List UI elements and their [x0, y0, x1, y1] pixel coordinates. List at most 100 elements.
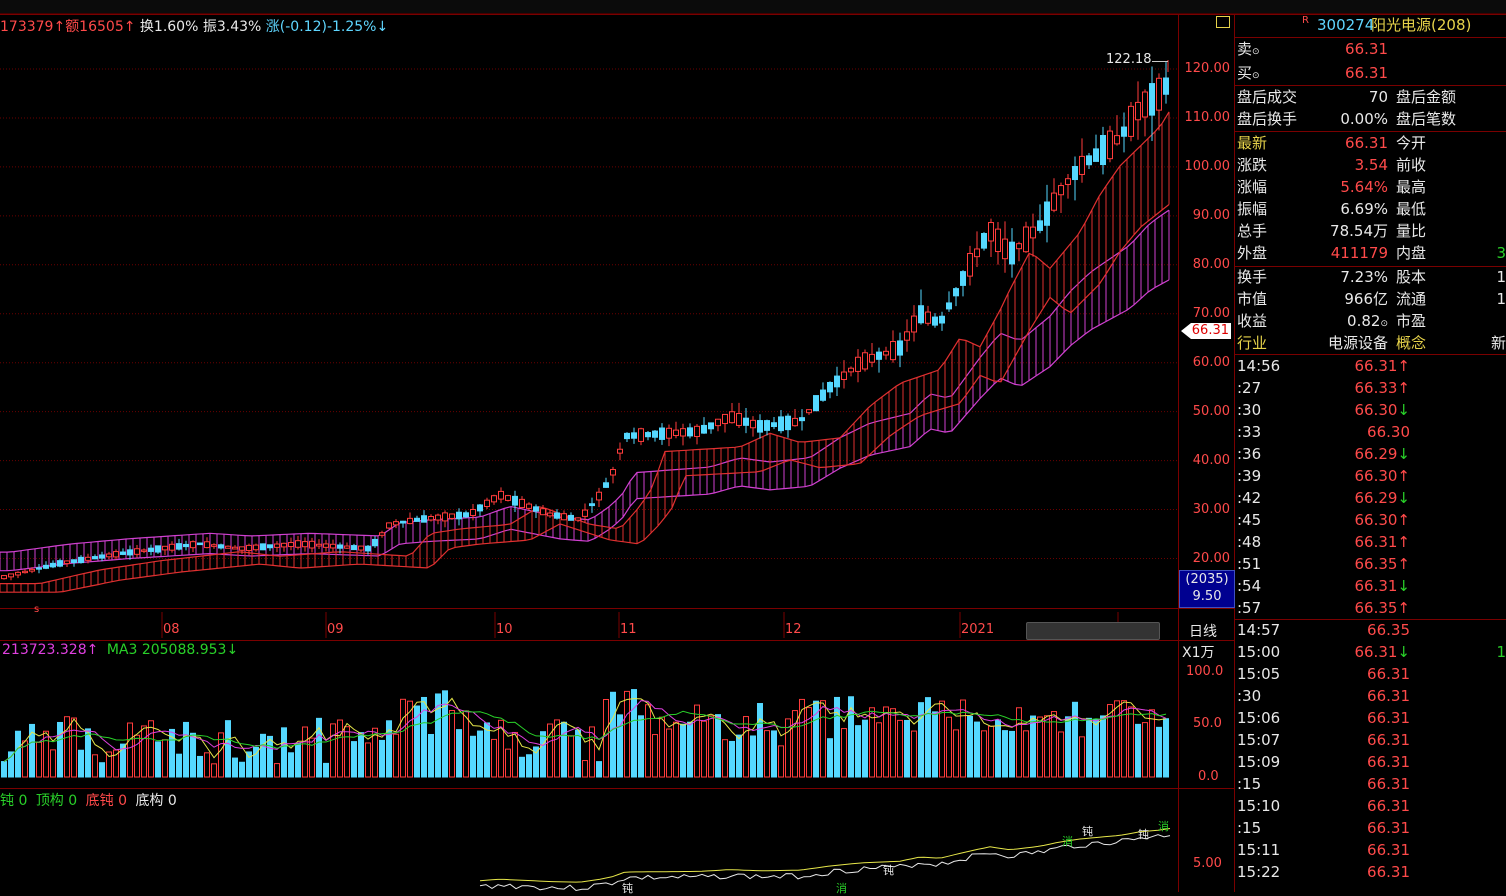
- volume-bar: [428, 733, 434, 778]
- quote-label: 市值: [1237, 290, 1268, 308]
- candle-body: [169, 543, 175, 551]
- candle-body: [400, 520, 406, 524]
- candle-body: [792, 417, 798, 427]
- concept-value[interactable]: 新: [1491, 332, 1506, 354]
- industry-row: 行业 电源设备 概念 新: [1235, 332, 1506, 354]
- tick-time: :36: [1237, 445, 1262, 463]
- time-scrollbar[interactable]: [1026, 622, 1160, 640]
- volume-bar: [274, 763, 280, 778]
- candle-body: [764, 420, 770, 431]
- candle-body: [1079, 155, 1085, 175]
- candle-body: [421, 515, 427, 523]
- tick-price: 66.31↓: [1354, 643, 1410, 661]
- volume-axis-0: 0.0: [1198, 769, 1219, 784]
- candle-body: [309, 540, 315, 549]
- volume-bar: [302, 726, 308, 778]
- stock-chart: [0, 60, 1178, 892]
- tick-row: :45 66.30↑: [1235, 509, 1506, 531]
- quote-label-2: 最低: [1396, 200, 1427, 218]
- candle-body: [771, 422, 777, 428]
- quote-label-2: 今开: [1396, 134, 1427, 152]
- candle-body: [141, 549, 147, 552]
- quote-label-2: 内盘: [1396, 244, 1427, 262]
- candle-body: [22, 570, 28, 574]
- quote-row: 振幅 6.69% 最低: [1235, 198, 1506, 220]
- after-turnover-value: 0.00%: [1340, 110, 1388, 128]
- tick-row: :57 66.35↑: [1235, 597, 1506, 619]
- candle-body: [582, 509, 588, 517]
- candle-body: [603, 482, 609, 488]
- volume-bar: [15, 730, 21, 778]
- volume-bar: [778, 745, 784, 778]
- tick-row: :15 66.31: [1235, 817, 1506, 839]
- volume-axis-100: 100.0: [1186, 664, 1224, 679]
- industry-value[interactable]: 电源设备: [1328, 332, 1388, 354]
- tick-row: 15:06 66.31: [1235, 707, 1506, 729]
- tick-time: :30: [1237, 687, 1262, 705]
- tick-time: :48: [1237, 533, 1262, 551]
- tick-row: 15:00 66.31↓ 1: [1235, 641, 1506, 663]
- stock-name[interactable]: 阳光电源(208): [1371, 14, 1471, 36]
- quote-row: 收益 0.82⊙ 市盈: [1235, 310, 1506, 332]
- volume-bar: [1156, 726, 1162, 778]
- candle-body: [71, 559, 77, 563]
- price-axis-label: 100.00: [1184, 158, 1231, 174]
- tick-price: 66.31: [1367, 841, 1410, 859]
- candle-body: [43, 564, 49, 569]
- candle-body: [484, 499, 490, 508]
- volume-bar: [78, 749, 84, 778]
- tick-row: 15:07 66.31: [1235, 729, 1506, 751]
- tick-row: :33 66.30: [1235, 421, 1506, 443]
- indicator-axis: 5.00: [1193, 856, 1222, 871]
- volume-bar: [113, 749, 119, 778]
- candle-body: [1030, 226, 1036, 239]
- quote-row: 总手 78.54万 量比: [1235, 220, 1506, 242]
- candle-body: [337, 544, 343, 549]
- volume-bar: [568, 735, 574, 778]
- candle-body: [694, 425, 700, 438]
- tick-time: :27: [1237, 379, 1262, 397]
- candle-body: [841, 371, 847, 380]
- period-label[interactable]: 日线: [1189, 621, 1217, 641]
- tick-row: 15:05 66.31: [1235, 663, 1506, 685]
- volume-bar: [1, 761, 7, 778]
- volume-bar: [715, 714, 721, 778]
- quote-value: 66.31: [1345, 134, 1388, 152]
- volume-bar: [1030, 715, 1036, 778]
- volume-value: 213723.328↑: [2, 642, 99, 658]
- tick-time: :30: [1237, 401, 1262, 419]
- quote-label-2: 量比: [1396, 222, 1427, 240]
- tick-price: 66.31: [1367, 797, 1410, 815]
- tick-price: 66.30↑: [1354, 467, 1410, 485]
- price-axis-label: 90.00: [1192, 207, 1230, 223]
- candle-body: [652, 430, 658, 438]
- indicator-mark: 钝: [1082, 825, 1093, 838]
- volume-bar: [764, 730, 770, 778]
- quote-value-2: 3: [1496, 244, 1506, 262]
- candle-body: [92, 556, 98, 560]
- time-axis-label: 10: [496, 622, 513, 637]
- tick-price: 66.30↓: [1354, 401, 1410, 419]
- volume-bar: [162, 739, 168, 778]
- tick-price: 66.31↑: [1354, 533, 1410, 551]
- candle-body: [1107, 130, 1113, 160]
- candle-body: [722, 413, 728, 425]
- candle-body: [925, 311, 931, 324]
- indicator-mark: 钝: [883, 864, 894, 877]
- candle-body: [1156, 77, 1162, 111]
- candle-body: [540, 508, 546, 516]
- last-price-tag: 66.31: [1181, 323, 1231, 339]
- volume-bar: [995, 719, 1001, 778]
- candle-body: [526, 503, 532, 509]
- volume-bar: [351, 741, 357, 778]
- candle-body: [554, 512, 560, 519]
- indicator-label-bottom-dun: 底钝 0: [85, 793, 127, 809]
- volume-bar: [1135, 723, 1141, 778]
- tick-row: :42 66.29↓: [1235, 487, 1506, 509]
- volume-bar: [575, 729, 581, 778]
- volume-legend: 213723.328↑ MA3 205088.953↓: [2, 642, 238, 658]
- candle-body: [211, 544, 217, 547]
- candle-body: [281, 542, 287, 548]
- volume-bar: [1065, 716, 1071, 778]
- volume-bar: [918, 702, 924, 778]
